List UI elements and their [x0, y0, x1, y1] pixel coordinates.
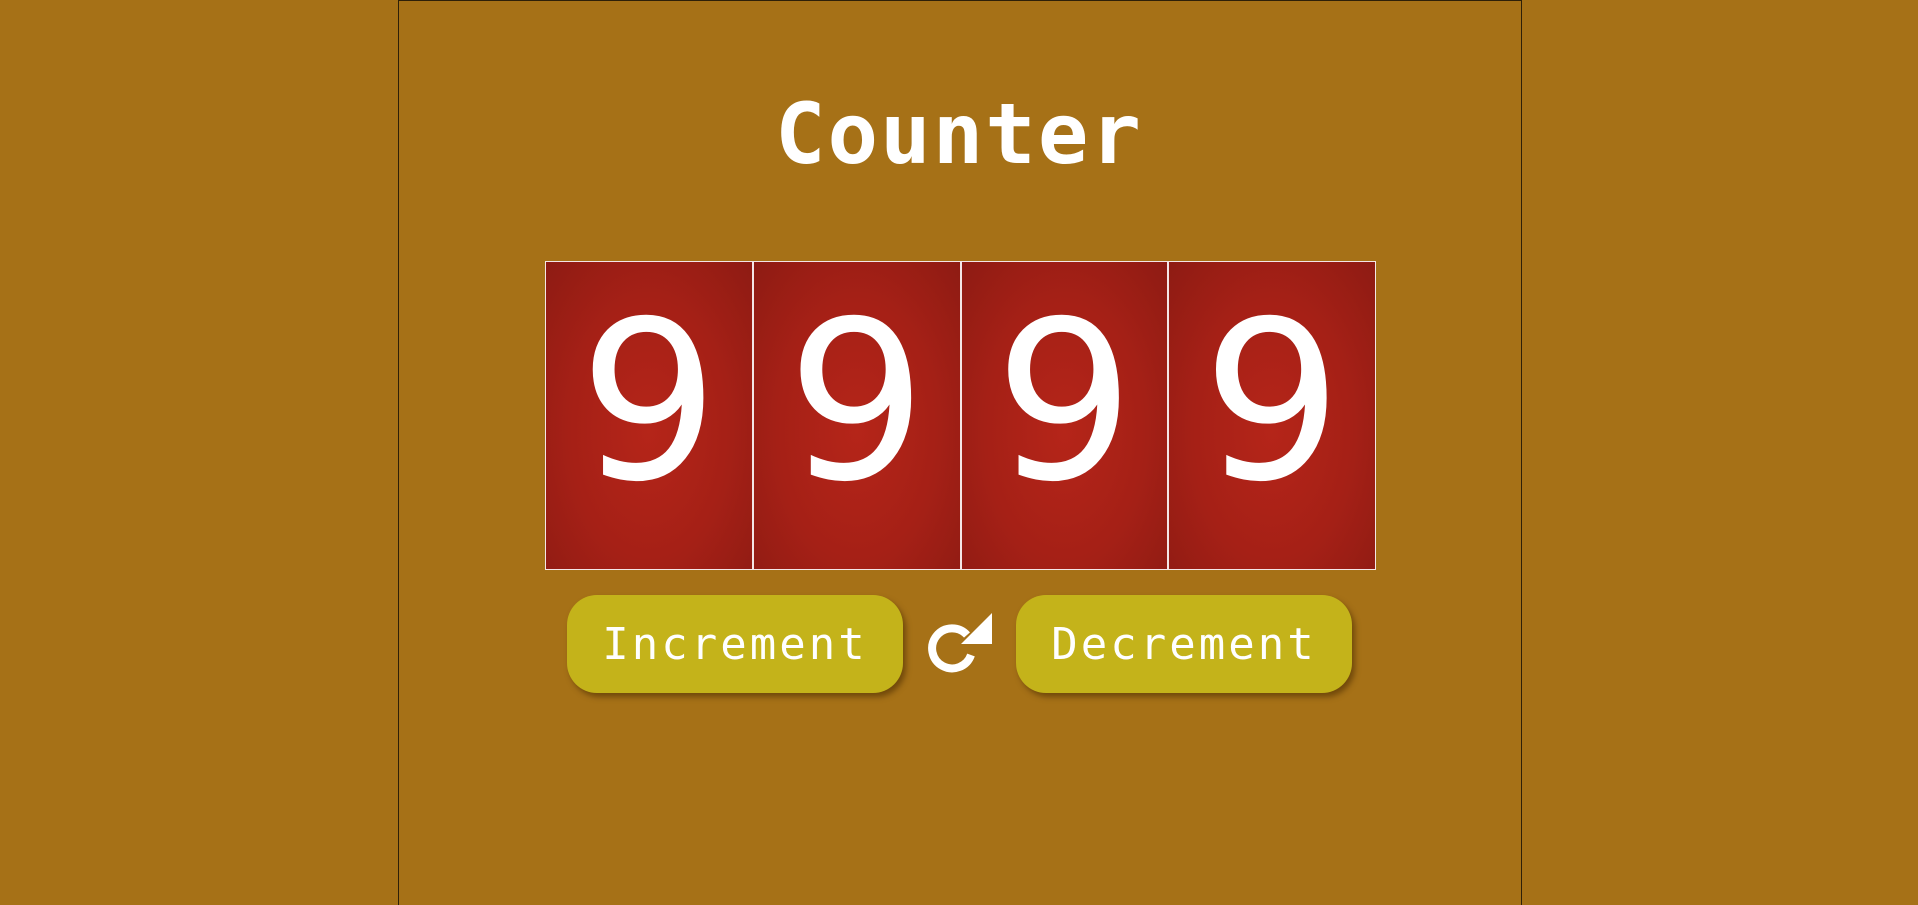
counter-digit: 9 — [546, 262, 752, 569]
counter-digit: 9 — [961, 262, 1168, 569]
counter-display: 9 9 9 9 — [545, 261, 1376, 570]
page-title: Counter — [774, 85, 1143, 183]
refresh-icon — [928, 613, 992, 673]
counter-digit: 9 — [1169, 262, 1375, 569]
digit-value: 9 — [994, 273, 1135, 530]
decrement-button[interactable]: Decrement — [1016, 595, 1352, 693]
digit-value: 9 — [1202, 273, 1343, 530]
digit-value: 9 — [786, 273, 927, 530]
digit-value: 9 — [578, 273, 719, 530]
counter-digit: 9 — [753, 262, 960, 569]
reset-button[interactable] — [918, 608, 1002, 692]
increment-button[interactable]: Increment — [567, 595, 903, 693]
